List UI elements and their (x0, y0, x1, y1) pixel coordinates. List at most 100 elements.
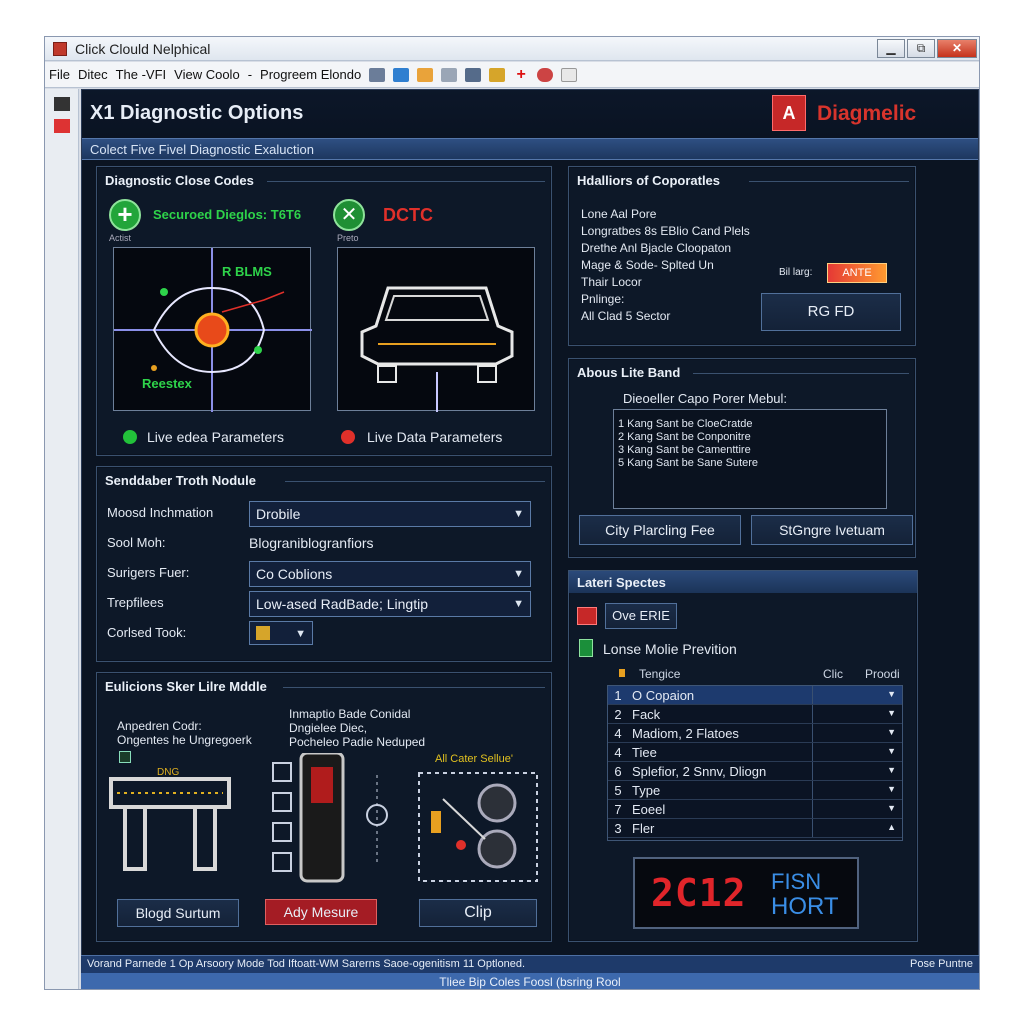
dtc-label: DCTC (383, 205, 433, 225)
column-header[interactable]: Clic (823, 667, 843, 681)
sub-header-text: Colect Five Fivel Diagnostic Exaluction (90, 142, 314, 157)
diagnostic-app: X1 Diagnostic Options A Diagmelic Colect… (81, 89, 979, 987)
refresh-icon[interactable] (561, 67, 578, 82)
tool-dropdown[interactable]: ▼ (249, 621, 313, 645)
chevron-down-icon: ▼ (513, 598, 524, 610)
list-item[interactable]: 2 Kang Sant be Conponitre (614, 431, 886, 444)
menu-program[interactable]: Progreem Elondo (256, 67, 365, 82)
menu-view[interactable]: View Coolo (170, 67, 244, 82)
trepfilees-dropdown[interactable]: Low-ased RadBade; Lingtip ▼ (249, 591, 531, 617)
latest-panel-title: Lateri Spectes (577, 575, 666, 590)
stgngre-button[interactable]: StGngre Ivetuam (751, 515, 913, 545)
scope-view[interactable]: R BLMS Reestex (113, 247, 312, 412)
brand-name: Diagmelic (817, 102, 917, 125)
sensor-panel: Eulicions Sker Lilre Mddle Anpedren Codr… (96, 672, 552, 942)
live-right-label: Live Data Parameters (367, 429, 503, 445)
sensor-left-text: Anpedren Codr: (117, 719, 202, 733)
checkbox-icon[interactable] (119, 751, 131, 763)
city-plarcling-button[interactable]: City Plarcling Fee (579, 515, 741, 545)
page-title: X1 Diagnostic Options (90, 102, 304, 124)
plus-icon[interactable]: + (513, 66, 529, 82)
status-bar: Vorand Parnede 1 Op Arsoory Mode Tod Ift… (81, 955, 979, 973)
chevron-down-icon[interactable]: ▼ (887, 689, 896, 699)
chevron-down-icon[interactable]: ▼ (887, 727, 896, 737)
about-panel-title: Abous Lite Band (577, 365, 681, 380)
badge-label: Bil larg: (779, 267, 813, 278)
blogd-surtum-button[interactable]: Blogd Surtum (117, 899, 239, 927)
image-icon[interactable] (393, 67, 410, 82)
scope-top-label: R BLMS (222, 264, 272, 279)
link-icon[interactable] (441, 67, 458, 82)
sensor-mid-text: Dngielee Diec, (289, 721, 368, 735)
table-row[interactable]: 3 Fler ▲ (608, 819, 902, 838)
sub-header: Colect Five Fivel Diagnostic Exaluction (82, 138, 978, 160)
row-number: 2 (614, 707, 622, 722)
history-item: Pnlinge: (581, 292, 625, 306)
alert-icon[interactable] (53, 119, 70, 133)
settings-panel: Senddaber Troth Nodule Moosd Inchmation … (96, 466, 552, 662)
row-cell: ▼ (812, 705, 900, 723)
app-icon (53, 42, 67, 56)
target-icon[interactable] (537, 67, 554, 82)
left-toolbar (45, 89, 79, 989)
close-button[interactable]: ✕ (937, 39, 977, 58)
save-icon[interactable] (369, 67, 386, 82)
chevron-down-icon: ▼ (513, 568, 524, 580)
history-item: Mage & Sode- Splted Un (581, 258, 714, 272)
table-row[interactable]: 6 Splefior, 2 Snnv, Dliogn ▼ (608, 762, 902, 781)
green-option-icon[interactable] (579, 639, 593, 657)
table-row[interactable]: 2 Fack ▼ (608, 705, 902, 724)
table-row[interactable]: 5 Type ▼ (608, 781, 902, 800)
minimize-button[interactable]: ▁ (877, 39, 905, 58)
chevron-down-icon[interactable]: ▼ (887, 708, 896, 718)
rg-fd-button[interactable]: RG FD (761, 293, 901, 331)
mode-dropdown[interactable]: Drobile ▼ (249, 501, 531, 527)
list-item[interactable]: 5 Kang Sant be Sane Sutere (614, 457, 886, 470)
red-option-icon[interactable] (577, 607, 597, 625)
dtc-icon[interactable]: ✕ (333, 199, 365, 231)
row-text: Splefior, 2 Snnv, Dliogn (632, 764, 767, 779)
list-item[interactable]: 3 Kang Sant be Camenttire (614, 444, 886, 457)
list-item[interactable]: 1 Kang Sant be CloeCratde (614, 418, 886, 431)
ove-erie-button[interactable]: Ove ERIE (605, 603, 677, 629)
history-item: All Clad 5 Sector (581, 309, 671, 323)
chevron-down-icon[interactable]: ▼ (887, 765, 896, 775)
about-panel: Abous Lite Band Dieoeller Capo Porer Meb… (568, 358, 916, 558)
menu-ditec[interactable]: Ditec (74, 67, 112, 82)
table-row[interactable]: 4 Madiom, 2 Flatoes ▼ (608, 724, 902, 743)
column-header[interactable]: Proodi (865, 667, 900, 681)
column-header[interactable]: Tengice (639, 667, 680, 681)
menu-the-vfi[interactable]: The -VFI (112, 67, 171, 82)
chevron-down-icon[interactable]: ▼ (887, 803, 896, 813)
table-row[interactable]: 7 Eoeel ▼ (608, 800, 902, 819)
menu-file[interactable]: File (45, 67, 74, 82)
dtc-panel-title: Diagnostic Close Codes (105, 173, 254, 188)
module-list[interactable]: 1 Kang Sant be CloeCratde 2 Kang Sant be… (613, 409, 887, 509)
chevron-down-icon[interactable]: ▲ (887, 822, 896, 832)
maximize-button[interactable]: ⧉ (907, 39, 935, 58)
print-icon[interactable] (465, 67, 482, 82)
status-text: Vorand Parnede 1 Op Arsoory Mode Tod Ift… (87, 958, 525, 970)
live-left-label: Live edea Parameters (147, 429, 284, 445)
vehicle-view[interactable] (337, 247, 535, 412)
surigers-dropdown[interactable]: Co Coblions ▼ (249, 561, 531, 587)
folder-icon[interactable] (417, 67, 434, 82)
chevron-down-icon[interactable]: ▼ (887, 746, 896, 756)
table-row[interactable]: 4 Tiee ▼ (608, 743, 902, 762)
ady-mesure-button[interactable]: Ady Mesure (265, 899, 377, 925)
app-header: X1 Diagnostic Options A Diagmelic (82, 90, 978, 138)
live-indicator-green-icon (123, 430, 137, 444)
add-icon[interactable]: + (109, 199, 141, 231)
table-row[interactable]: 1 O Copaion ▼ (608, 686, 902, 705)
status-right: Pose Puntne (910, 958, 973, 970)
chevron-down-icon[interactable]: ▼ (887, 784, 896, 794)
menu-bar: File Ditec The -VFI View Coolo - Progree… (45, 62, 979, 88)
gear-icon[interactable] (489, 67, 506, 82)
clip-button[interactable]: Clip (419, 899, 537, 927)
row-cell: ▼ (812, 800, 900, 818)
dropdown-value: Drobile (256, 506, 301, 522)
pin-icon[interactable] (53, 97, 70, 111)
title-bar[interactable]: Click Clould Nelphical ▁ ⧉ ✕ (45, 37, 979, 61)
code-display-value: 2C12 (651, 871, 747, 915)
tool-icon (256, 626, 270, 640)
